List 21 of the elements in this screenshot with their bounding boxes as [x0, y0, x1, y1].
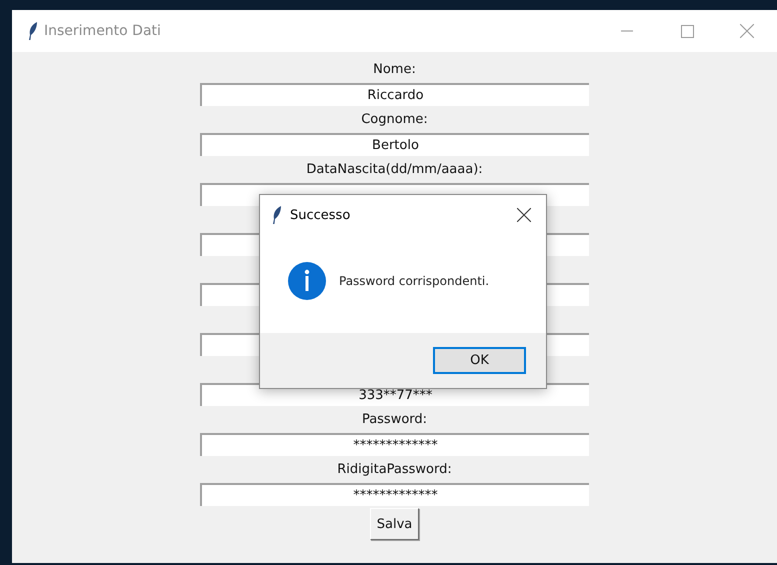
feather-icon	[28, 22, 38, 40]
maximize-icon	[680, 24, 694, 38]
input-field[interactable]: *************	[200, 483, 589, 506]
input-field[interactable]: Bertolo	[200, 133, 589, 156]
dialog-title: Successo	[290, 208, 352, 222]
close-icon	[740, 24, 754, 38]
info-icon	[288, 262, 326, 300]
field-label: DataNascita(dd/mm/aaaa):	[306, 161, 483, 179]
field-label: Password:	[362, 411, 428, 429]
close-icon	[517, 208, 531, 222]
field-label: RidigitaPassword:	[337, 461, 452, 479]
input-field[interactable]: Riccardo	[200, 83, 589, 106]
ok-button[interactable]: OK	[433, 347, 526, 374]
save-button[interactable]: Salva	[370, 508, 420, 540]
dialog-message: Password corrispondenti.	[339, 274, 490, 288]
feather-icon	[272, 206, 282, 224]
window-title: Inserimento Dati	[44, 23, 162, 39]
field-label: Nome:	[373, 61, 416, 79]
input-field[interactable]: *************	[200, 433, 589, 456]
field-label: Cognome:	[361, 111, 428, 129]
minimize-icon	[621, 30, 633, 32]
